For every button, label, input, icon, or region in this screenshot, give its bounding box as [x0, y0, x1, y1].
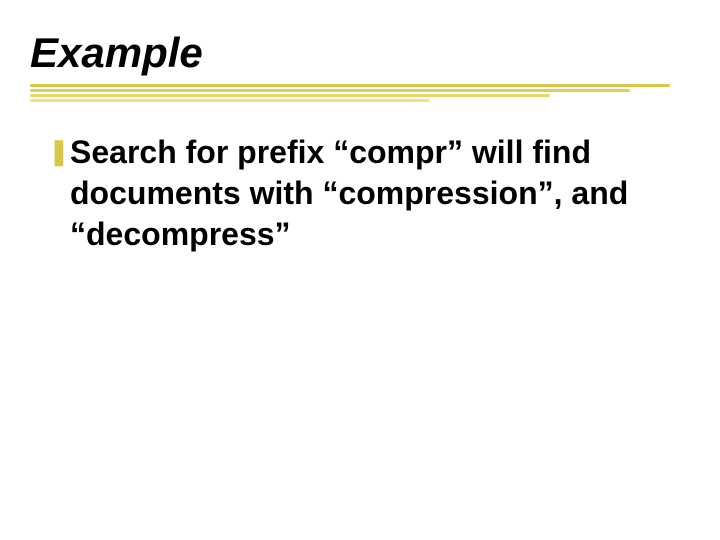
bullet-item: ❚ Search for prefix “compr” will find do…	[48, 132, 660, 255]
underline-stroke	[30, 89, 630, 92]
slide: Example ❚ Search for prefix “compr” will…	[0, 0, 720, 540]
bullet-icon: ❚	[48, 138, 70, 164]
underline-stroke	[30, 84, 670, 87]
underline-stroke	[30, 99, 430, 102]
title-area: Example	[30, 30, 690, 76]
body-area: ❚ Search for prefix “compr” will find do…	[48, 132, 660, 255]
slide-title: Example	[30, 30, 690, 76]
underline-stroke	[30, 94, 550, 97]
title-underline	[30, 84, 670, 104]
bullet-text: Search for prefix “compr” will find docu…	[70, 132, 660, 255]
